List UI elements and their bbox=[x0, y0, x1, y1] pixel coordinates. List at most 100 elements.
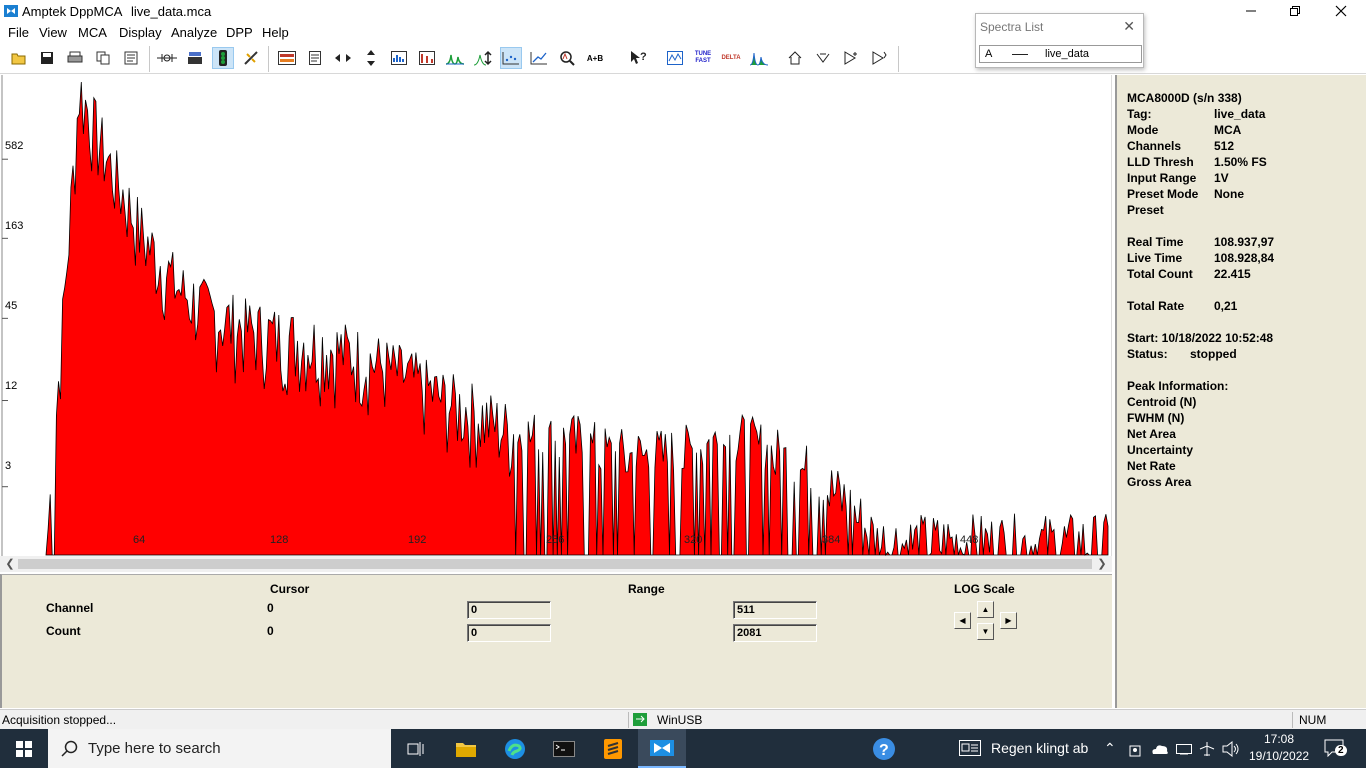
restore-button[interactable] bbox=[1272, 0, 1318, 22]
log-scale-left-button[interactable]: ◀ bbox=[954, 612, 971, 629]
scroll-right-icon[interactable]: ❯ bbox=[1094, 557, 1110, 571]
roi-button[interactable] bbox=[276, 47, 298, 69]
sublime-button[interactable] bbox=[589, 729, 637, 768]
setup-button[interactable] bbox=[184, 47, 206, 69]
log-scale-down-button[interactable]: ▼ bbox=[977, 623, 994, 640]
title-bar: Amptek DppMCA live_data.mca bbox=[0, 0, 1366, 22]
search-peak-button[interactable] bbox=[556, 47, 578, 69]
x-tick-label: 384 bbox=[822, 534, 841, 546]
zoom-horizontal-button[interactable] bbox=[332, 47, 354, 69]
edge-button[interactable] bbox=[491, 729, 539, 768]
scale-toggle-icon bbox=[474, 50, 492, 66]
menu-help[interactable]: Help bbox=[262, 25, 289, 40]
sublime-icon bbox=[604, 738, 622, 759]
line-button[interactable] bbox=[528, 47, 550, 69]
menu-dpp[interactable]: DPP bbox=[226, 25, 253, 40]
spectra-list-close-icon[interactable]: ✕ bbox=[1123, 18, 1135, 35]
next-button[interactable] bbox=[840, 47, 862, 69]
triangle-left-icon: ◀ bbox=[959, 616, 966, 625]
log-scale-up-button[interactable]: ▲ bbox=[977, 601, 994, 618]
next-2-button[interactable] bbox=[868, 47, 890, 69]
svg-text:?: ? bbox=[640, 51, 647, 63]
range-channel-high-field[interactable]: 511 bbox=[733, 601, 817, 619]
info-value: 1V bbox=[1214, 171, 1229, 185]
range-channel-low-field[interactable]: 0 bbox=[467, 601, 551, 619]
spectra-list-window[interactable]: Spectra List ✕ A live_data bbox=[975, 13, 1144, 68]
scrollbar-thumb[interactable] bbox=[18, 559, 1092, 569]
tune-button[interactable] bbox=[664, 47, 686, 69]
spectra-list-item[interactable]: A live_data bbox=[979, 45, 1142, 63]
report-button[interactable] bbox=[120, 47, 142, 69]
y-tick-label: 3 bbox=[5, 460, 12, 472]
task-view-button[interactable] bbox=[392, 729, 440, 768]
auto-scale-icon bbox=[391, 51, 407, 65]
save-button[interactable] bbox=[36, 47, 58, 69]
minimize-button[interactable] bbox=[1228, 0, 1274, 22]
add-spectra-icon: A+B bbox=[586, 53, 604, 63]
total-rate-value: 0,21 bbox=[1214, 299, 1238, 313]
close-button[interactable] bbox=[1318, 0, 1364, 22]
help-cursor-button[interactable]: ? bbox=[628, 47, 650, 69]
airplane-icon[interactable] bbox=[1199, 741, 1215, 757]
usb-icon bbox=[633, 713, 647, 726]
auto-scale-button[interactable] bbox=[388, 47, 410, 69]
scroll-left-icon[interactable]: ❮ bbox=[2, 557, 18, 571]
report-icon bbox=[124, 51, 138, 65]
terminal-button[interactable] bbox=[540, 729, 588, 768]
file-explorer-button[interactable] bbox=[442, 729, 490, 768]
total-rate-label: Total Rate bbox=[1127, 299, 1185, 313]
page-button[interactable] bbox=[304, 47, 326, 69]
open-button[interactable] bbox=[8, 47, 30, 69]
horizontal-scrollbar[interactable]: ❮ ❯ bbox=[0, 556, 1112, 572]
clock-time[interactable]: 17:08 bbox=[1264, 732, 1294, 746]
print-button[interactable] bbox=[64, 47, 86, 69]
acquire-button[interactable] bbox=[212, 47, 234, 69]
peak-button[interactable] bbox=[444, 47, 466, 69]
home-button[interactable] bbox=[784, 47, 806, 69]
chevron-up-icon[interactable]: ⌃ bbox=[1104, 740, 1116, 757]
next-icon bbox=[844, 51, 857, 65]
network-icon[interactable] bbox=[1176, 743, 1192, 755]
tune-fast-button[interactable]: TUNE FAST bbox=[692, 47, 714, 69]
delta-button[interactable]: DELTA bbox=[720, 47, 742, 69]
menu-view[interactable]: View bbox=[39, 25, 67, 40]
spectrum-plot[interactable]: 582 163 45 12 3 64 128 192 256 320 384 4… bbox=[0, 75, 1112, 556]
spectrum-chart[interactable] bbox=[0, 75, 1112, 556]
triangle-right-icon: ▶ bbox=[1005, 616, 1012, 625]
fit-button[interactable] bbox=[416, 47, 438, 69]
info-value: None bbox=[1214, 187, 1244, 201]
start-button[interactable] bbox=[0, 729, 48, 768]
zoom-vertical-icon bbox=[367, 50, 375, 66]
menu-mca[interactable]: MCA bbox=[78, 25, 107, 40]
x-tick-label: 128 bbox=[270, 534, 289, 546]
weather-news-icon[interactable] bbox=[959, 740, 981, 756]
range-count-low-field[interactable]: 0 bbox=[467, 624, 551, 642]
scale-toggle-button[interactable] bbox=[472, 47, 494, 69]
weather-text[interactable]: Regen klingt ab bbox=[991, 740, 1088, 756]
tune-fast-icon: TUNE FAST bbox=[694, 51, 712, 64]
help-button[interactable]: ? bbox=[860, 729, 908, 768]
calibrate-button[interactable] bbox=[240, 47, 262, 69]
connect-button[interactable] bbox=[156, 47, 178, 69]
notifications-button[interactable]: 2 bbox=[1324, 739, 1347, 758]
menu-display[interactable]: Display bbox=[119, 25, 162, 40]
peaks-button[interactable] bbox=[748, 47, 770, 69]
copy-button[interactable] bbox=[92, 47, 114, 69]
onedrive-icon[interactable] bbox=[1151, 742, 1169, 756]
add-spectra-button[interactable]: A+B bbox=[584, 47, 606, 69]
taskbar-search-box[interactable]: Type here to search bbox=[48, 729, 391, 768]
down-button[interactable] bbox=[812, 47, 834, 69]
points-button[interactable] bbox=[500, 47, 522, 69]
zoom-vertical-button[interactable] bbox=[360, 47, 382, 69]
security-icon[interactable] bbox=[1128, 741, 1142, 757]
toolbar: A+B ? TUNE FAST DELTA bbox=[0, 44, 1366, 74]
menu-file[interactable]: File bbox=[8, 25, 29, 40]
range-count-high-field[interactable]: 2081 bbox=[733, 624, 817, 642]
setup-icon bbox=[188, 52, 202, 64]
menu-analyze[interactable]: Analyze bbox=[171, 25, 217, 40]
clock-date[interactable]: 19/10/2022 bbox=[1249, 749, 1309, 763]
dppmca-taskbar-button[interactable] bbox=[638, 729, 686, 768]
volume-icon[interactable] bbox=[1222, 741, 1240, 757]
points-icon bbox=[502, 52, 519, 65]
log-scale-right-button[interactable]: ▶ bbox=[1000, 612, 1017, 629]
